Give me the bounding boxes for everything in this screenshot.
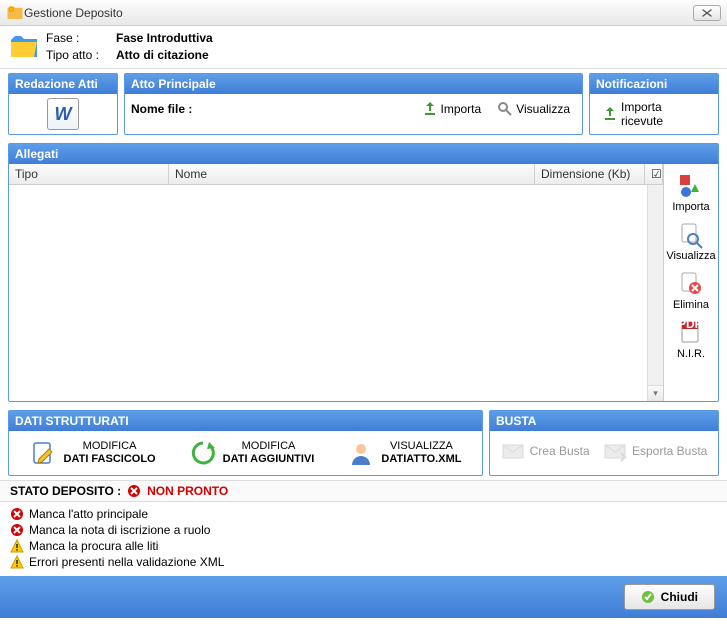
- visualizza-datiatto-button[interactable]: VISUALIZZADATIATTO.XML: [343, 437, 465, 469]
- modifica-agg-l1: MODIFICA: [223, 440, 315, 453]
- validation-message: Errori presenti nella validazione XML: [10, 554, 717, 570]
- title-bar: Gestione Deposito: [0, 0, 727, 26]
- warning-icon: [10, 555, 24, 569]
- panel-header-redazione: Redazione Atti: [9, 74, 117, 94]
- validation-message: Manca la nota di iscrizione a ruolo: [10, 522, 717, 538]
- importa-principale-button[interactable]: Importa: [416, 99, 488, 119]
- import-arrow-icon: [602, 106, 618, 122]
- panel-header-allegati: Allegati: [9, 144, 718, 164]
- visualizza-principale-button[interactable]: Visualizza: [491, 99, 576, 119]
- side-elimina-label: Elimina: [673, 299, 709, 311]
- pdf-icon: PDF: [677, 319, 705, 347]
- allegati-table-body: ▾: [9, 185, 663, 401]
- word-icon-button[interactable]: W: [47, 98, 79, 130]
- importa-ricevute-label: Importa ricevute: [621, 100, 706, 128]
- visualizza-datiatto-l2: DATIATTO.XML: [381, 453, 461, 466]
- window-icon: [6, 4, 24, 22]
- envelope-icon: [501, 439, 525, 463]
- modifica-agg-l2: DATI AGGIUNTIVI: [223, 453, 315, 466]
- esporta-busta-label: Esporta Busta: [632, 444, 707, 458]
- status-value: NON PRONTO: [147, 484, 228, 498]
- tipo-atto-label: Tipo atto :: [46, 48, 116, 62]
- panel-busta: BUSTA Crea Busta Esporta Busta: [489, 410, 719, 476]
- side-visualizza-label: Visualizza: [666, 250, 715, 262]
- header-info: Fase : Fase Introduttiva Tipo atto : Att…: [0, 26, 727, 69]
- modifica-fascicolo-button[interactable]: MODIFICADATI FASCICOLO: [26, 437, 160, 469]
- importa-ricevute-button[interactable]: Importa ricevute: [596, 98, 712, 130]
- ok-check-icon: [641, 590, 655, 604]
- fase-label: Fase :: [46, 31, 116, 45]
- fase-value: Fase Introduttiva: [116, 31, 213, 45]
- modifica-fascicolo-l1: MODIFICA: [64, 440, 156, 453]
- window-close-button[interactable]: [693, 5, 721, 21]
- chiudi-button[interactable]: Chiudi: [624, 584, 715, 610]
- visualizza-datiatto-l1: VISUALIZZA: [381, 440, 461, 453]
- panel-atto-principale: Atto Principale Nome file : Importa Visu…: [124, 73, 583, 135]
- side-nir-label: N.I.R.: [677, 348, 705, 360]
- message-text: Manca la procura alle liti: [29, 539, 158, 553]
- edit-page-icon: [30, 439, 58, 467]
- importa-principale-label: Importa: [441, 102, 482, 116]
- import-arrow-icon: [422, 101, 438, 117]
- panel-header-busta: BUSTA: [490, 411, 718, 431]
- col-nome[interactable]: Nome: [169, 164, 535, 184]
- side-importa-button[interactable]: Importa: [666, 170, 716, 217]
- side-elimina-button[interactable]: Elimina: [666, 268, 716, 315]
- envelope-export-icon: [603, 439, 627, 463]
- svg-text:PDF: PDF: [678, 319, 702, 331]
- footer-bar: Chiudi: [0, 576, 727, 618]
- col-tipo[interactable]: Tipo: [9, 164, 169, 184]
- message-text: Manca l'atto principale: [29, 507, 148, 521]
- allegati-table[interactable]: Tipo Nome Dimensione (Kb) ☑ ▾: [9, 164, 664, 401]
- validation-message: Manca l'atto principale: [10, 506, 717, 522]
- crea-busta-button: Crea Busta: [497, 437, 594, 465]
- modifica-fascicolo-l2: DATI FASCICOLO: [64, 453, 156, 466]
- visualizza-principale-label: Visualizza: [516, 102, 570, 116]
- validation-message: Manca la procura alle liti: [10, 538, 717, 554]
- side-visualizza-button[interactable]: Visualizza: [666, 219, 716, 266]
- vertical-scrollbar[interactable]: ▾: [647, 185, 663, 401]
- error-icon: [10, 507, 24, 521]
- panel-header-notificazioni: Notificazioni: [590, 74, 718, 94]
- side-importa-label: Importa: [672, 201, 709, 213]
- esporta-busta-button: Esporta Busta: [599, 437, 711, 465]
- side-nir-button[interactable]: PDF N.I.R.: [666, 317, 716, 364]
- panel-notificazioni: Notificazioni Importa ricevute: [589, 73, 719, 135]
- warning-icon: [10, 539, 24, 553]
- validation-messages: Manca l'atto principale Manca la nota di …: [0, 502, 727, 576]
- panel-allegati: Allegati Tipo Nome Dimensione (Kb) ☑ ▾ I…: [8, 143, 719, 402]
- folder-icon: [8, 30, 40, 62]
- panel-dati-strutturati: DATI STRUTTURATI MODIFICADATI FASCICOLO …: [8, 410, 483, 476]
- crea-busta-label: Crea Busta: [530, 444, 590, 458]
- delete-page-icon: [677, 270, 705, 298]
- status-bar: STATO DEPOSITO : NON PRONTO: [0, 480, 727, 502]
- panel-header-dati: DATI STRUTTURATI: [9, 411, 482, 431]
- col-dimensione[interactable]: Dimensione (Kb): [535, 164, 645, 184]
- panel-redazione-atti: Redazione Atti W: [8, 73, 118, 135]
- window-title: Gestione Deposito: [24, 6, 693, 20]
- modifica-aggiuntivi-button[interactable]: MODIFICADATI AGGIUNTIVI: [185, 437, 319, 469]
- nome-file-label: Nome file :: [131, 102, 192, 116]
- magnifier-page-icon: [677, 221, 705, 249]
- status-label: STATO DEPOSITO :: [10, 484, 121, 498]
- scroll-down-icon[interactable]: ▾: [648, 385, 663, 401]
- refresh-icon: [189, 439, 217, 467]
- magnifier-icon: [497, 101, 513, 117]
- message-text: Errori presenti nella validazione XML: [29, 555, 224, 569]
- message-text: Manca la nota di iscrizione a ruolo: [29, 523, 210, 537]
- panel-header-principale: Atto Principale: [125, 74, 582, 94]
- user-icon: [347, 439, 375, 467]
- status-error-icon: [127, 484, 141, 498]
- import-shapes-icon: [677, 172, 705, 200]
- error-icon: [10, 523, 24, 537]
- tipo-atto-value: Atto di citazione: [116, 48, 213, 62]
- chiudi-label: Chiudi: [661, 590, 698, 604]
- col-flag[interactable]: ☑: [645, 164, 663, 184]
